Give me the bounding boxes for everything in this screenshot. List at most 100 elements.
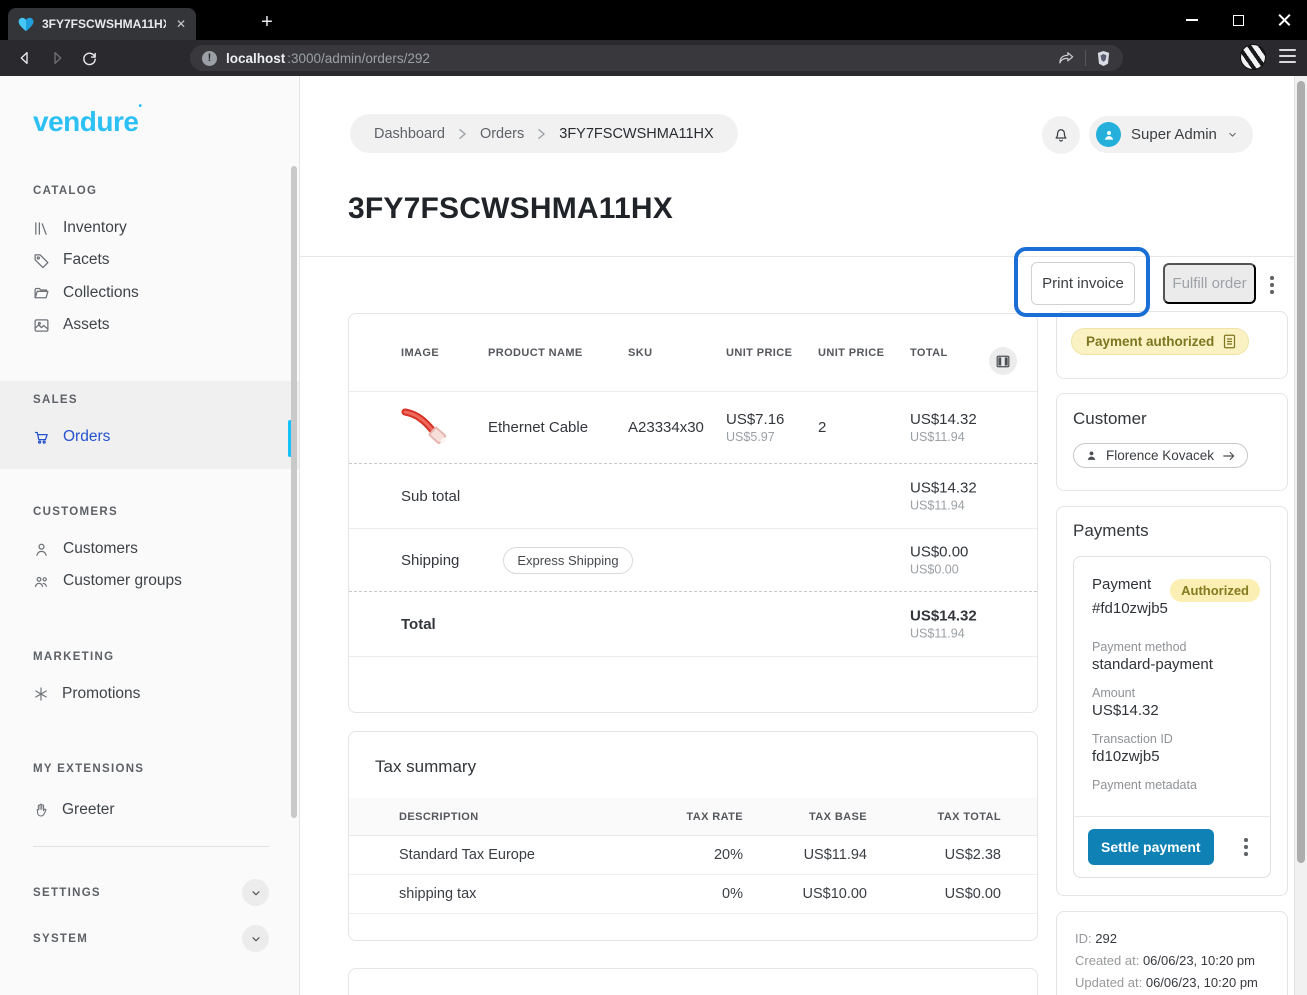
sidebar-item-collections[interactable]: Collections <box>33 279 139 307</box>
order-actions-kebab-icon[interactable] <box>1266 272 1278 298</box>
total-row: Total US$14.32 US$11.94 <box>349 592 1037 657</box>
nav-section-my-extensions: MY EXTENSIONS <box>33 763 144 775</box>
entity-id-row: ID: 292 <box>1075 928 1269 950</box>
table-row: shipping tax 0% US$10.00 US$0.00 <box>349 875 1037 914</box>
browser-profile-avatar[interactable] <box>1240 44 1266 70</box>
next-section-card <box>348 968 1038 995</box>
order-state-card: Payment authorized <box>1056 311 1288 379</box>
scrollbar-thumb[interactable] <box>1297 81 1305 863</box>
print-invoice-button[interactable]: Print invoice <box>1031 262 1135 305</box>
payment-detail-card: Payment #fd10zwjb5 Authorized Payment me… <box>1073 556 1271 878</box>
vendure-logo: vendure• <box>33 106 141 138</box>
forward-button[interactable] <box>44 46 70 70</box>
product-name: Ethernet Cable <box>488 419 628 436</box>
window-maximize-button[interactable] <box>1215 0 1261 40</box>
divider <box>1085 50 1086 66</box>
breadcrumb-orders[interactable]: Orders <box>480 126 524 142</box>
order-line-row[interactable]: Ethernet Cable A23334x30 US$7.16 US$5.97… <box>349 392 1037 464</box>
image-icon <box>33 317 50 334</box>
customer-name: Florence Kovacek <box>1106 448 1214 463</box>
nav-section-sales: SALES <box>33 394 78 406</box>
back-button[interactable] <box>12 46 38 70</box>
nav-section-catalog: CATALOG <box>33 185 97 197</box>
browser-tab[interactable]: 3FY7FSCWSHMA11HX • Vendure ✕ <box>8 8 196 40</box>
folder-icon <box>33 285 50 302</box>
subtotal-row: Sub total US$14.32 US$11.94 <box>349 464 1037 529</box>
brave-shield-icon[interactable] <box>1096 50 1111 67</box>
sidebar-section-system[interactable]: SYSTEM <box>33 925 269 952</box>
window-close-button[interactable] <box>1261 0 1307 40</box>
chevron-down-icon <box>1227 129 1238 140</box>
chevron-down-icon[interactable] <box>242 925 269 952</box>
amount-value: US$14.32 <box>1092 702 1252 719</box>
tab-close-icon[interactable]: ✕ <box>174 16 188 32</box>
chevron-right-icon <box>458 128 467 140</box>
sidebar-item-orders[interactable]: Orders <box>33 423 110 451</box>
entity-updated-row: Updated at: 06/06/23, 10:20 pm <box>1075 972 1269 994</box>
fulfill-order-button[interactable]: Fulfill order <box>1163 263 1256 304</box>
window-minimize-button[interactable] <box>1169 0 1215 40</box>
tax-table-header: DESCRIPTION TAX RATE TAX BASE TAX TOTAL <box>349 798 1037 836</box>
settle-payment-button[interactable]: Settle payment <box>1088 829 1214 865</box>
customer-link[interactable]: Florence Kovacek <box>1073 443 1248 468</box>
page-title: 3FY7FSCWSHMA11HX <box>348 192 673 226</box>
nav-section-marketing: MARKETING <box>33 651 114 663</box>
sidebar-item-inventory[interactable]: Inventory <box>33 214 127 242</box>
product-image <box>401 405 488 451</box>
quantity: 2 <box>818 419 910 436</box>
reload-icon <box>81 50 98 67</box>
user-menu[interactable]: Super Admin <box>1089 116 1253 153</box>
sidebar-item-customers[interactable]: Customers <box>33 535 138 563</box>
order-table-header: IMAGE PRODUCT NAME SKU UNIT PRICE UNIT P… <box>349 314 1037 392</box>
payment-kebab-icon[interactable] <box>1244 838 1256 856</box>
site-info-icon[interactable]: ! <box>202 51 217 66</box>
person-icon <box>1085 449 1098 462</box>
sidebar-item-greeter[interactable]: Greeter <box>33 796 115 824</box>
payment-actions: Settle payment <box>1074 816 1270 877</box>
cart-icon <box>33 429 50 446</box>
url-path: :3000/admin/orders/292 <box>287 51 430 66</box>
tag-icon <box>33 252 50 269</box>
vendure-favicon-heart-icon <box>18 17 34 32</box>
new-tab-button[interactable]: + <box>256 11 278 34</box>
amount-label: Amount <box>1092 686 1252 700</box>
payment-status-badge: Authorized <box>1170 579 1260 602</box>
asterisk-icon <box>33 686 49 702</box>
sidebar-section-settings[interactable]: SETTINGS <box>33 879 269 906</box>
browser-titlebar: 3FY7FSCWSHMA11HX • Vendure ✕ + <box>0 0 1307 40</box>
page-scrollbar[interactable] <box>1294 76 1307 995</box>
url-bar[interactable]: ! localhost :3000/admin/orders/292 <box>190 45 1123 71</box>
entity-info-card: ID: 292 Created at: 06/06/23, 10:20 pm U… <box>1056 911 1288 995</box>
sidebar-item-facets[interactable]: Facets <box>33 246 110 274</box>
share-icon[interactable] <box>1058 51 1075 66</box>
unit-price: US$7.16 US$5.97 <box>726 411 818 444</box>
person-icon <box>33 541 50 558</box>
product-sku: A23334x30 <box>628 419 726 436</box>
sidebar-item-customer-groups[interactable]: Customer groups <box>33 567 182 595</box>
payments-card-title: Payments <box>1073 521 1271 541</box>
shipping-row: Shipping Express Shipping US$0.00 US$0.0… <box>349 529 1037 592</box>
breadcrumb-order-code: 3FY7FSCWSHMA11HX <box>559 126 713 142</box>
columns-icon <box>996 355 1010 368</box>
customer-card-title: Customer <box>1073 409 1271 429</box>
reload-button[interactable] <box>76 46 102 70</box>
inventory-icon <box>33 220 50 237</box>
url-host: localhost <box>226 51 285 66</box>
payment-metadata-label: Payment metadata <box>1092 778 1252 792</box>
chevron-down-icon[interactable] <box>242 879 269 906</box>
column-settings-button[interactable] <box>989 347 1017 375</box>
breadcrumb-dashboard[interactable]: Dashboard <box>374 126 445 142</box>
order-lines-card: IMAGE PRODUCT NAME SKU UNIT PRICE UNIT P… <box>348 313 1038 713</box>
bell-icon <box>1052 126 1070 144</box>
order-state-badge[interactable]: Payment authorized <box>1071 328 1249 355</box>
payments-card: Payments Payment #fd10zwjb5 Authorized P… <box>1056 506 1288 896</box>
sidebar-item-promotions[interactable]: Promotions <box>33 680 140 708</box>
shipping-method-badge[interactable]: Express Shipping <box>503 547 632 574</box>
sidebar-item-assets[interactable]: Assets <box>33 311 110 339</box>
sidebar-scrollbar[interactable] <box>291 166 297 818</box>
invoice-icon <box>1223 334 1236 349</box>
user-avatar <box>1096 122 1121 147</box>
notifications-button[interactable] <box>1042 116 1080 154</box>
browser-menu-icon[interactable] <box>1279 49 1296 63</box>
payment-method-label: Payment method <box>1092 640 1252 654</box>
